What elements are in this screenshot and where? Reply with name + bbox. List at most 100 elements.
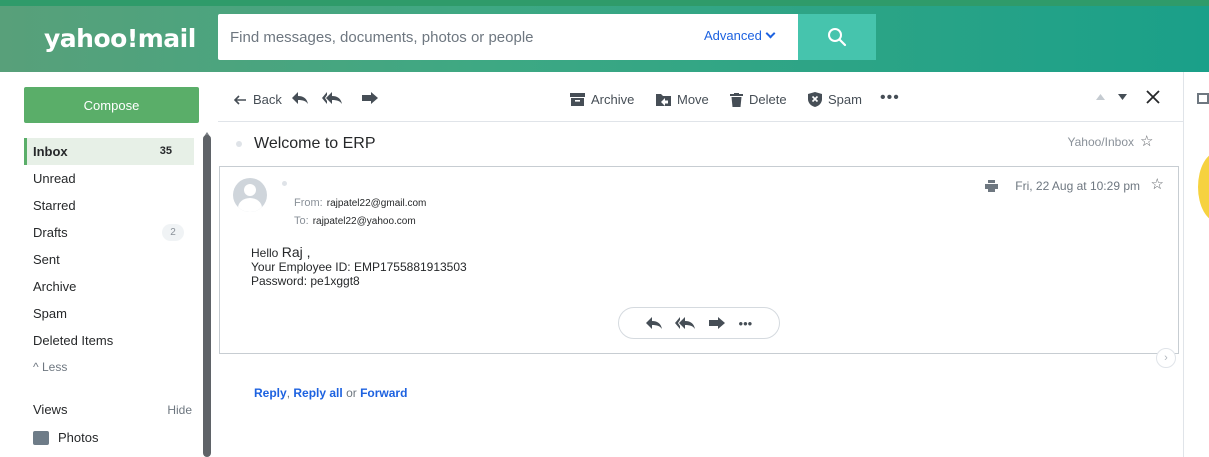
- views-label: Views: [33, 402, 68, 417]
- read-status-dot[interactable]: [236, 141, 242, 147]
- spam-button[interactable]: Spam: [808, 92, 862, 107]
- caret-up-icon: [1096, 94, 1105, 100]
- message-body: Hello Raj , Your Employee ID: EMP1755881…: [251, 245, 467, 288]
- close-message-button[interactable]: [1146, 90, 1166, 104]
- photos-icon: [33, 430, 49, 445]
- caret-down-icon: [1118, 94, 1127, 100]
- message-subject: Welcome to ERP: [254, 135, 376, 152]
- shield-icon: [808, 92, 822, 107]
- previous-message-button[interactable]: [1096, 94, 1111, 100]
- search-button[interactable]: [798, 14, 876, 60]
- sidebar-item-drafts[interactable]: Drafts 2: [24, 219, 194, 246]
- more-dots-icon[interactable]: •••: [739, 316, 753, 331]
- message-date: Fri, 22 Aug at 10:29 pm: [1015, 179, 1140, 193]
- advanced-search-dropdown[interactable]: Advanced: [704, 28, 776, 43]
- printer-icon[interactable]: [985, 180, 998, 192]
- reply-link[interactable]: Reply: [254, 386, 287, 400]
- next-message-button[interactable]: [1118, 94, 1133, 100]
- archive-button[interactable]: Archive: [570, 92, 634, 107]
- message-subject-row: Welcome to ERP Yahoo/Inbox ☆: [218, 122, 1178, 166]
- greeting: Hello: [251, 246, 279, 260]
- sidebar-item-label: Archive: [33, 279, 77, 294]
- sidebar-item-label: Starred: [33, 198, 76, 213]
- sidebar-item-starred[interactable]: Starred: [24, 192, 194, 219]
- sidebar-item-unread[interactable]: Unread: [24, 165, 194, 192]
- chevron-right-icon[interactable]: ›: [1156, 348, 1176, 368]
- archive-icon: [570, 93, 585, 106]
- from-line: From: rajpatel22@gmail.com: [294, 197, 426, 209]
- spam-label: Spam: [828, 92, 862, 107]
- reply-all-link[interactable]: Reply all: [293, 386, 342, 400]
- reply-all-icon: [322, 92, 342, 104]
- greeting-name: Raj ,: [281, 244, 311, 260]
- folder-list: Inbox 35 Unread Starred Drafts 2 Sent Ar…: [24, 138, 194, 381]
- archive-label: Archive: [591, 92, 635, 107]
- yahoo-mail-logo[interactable]: yahoo!mail: [44, 24, 196, 53]
- ad-image[interactable]: [1198, 152, 1209, 222]
- sidebar-item-label: Spam: [33, 306, 67, 321]
- trash-icon: [730, 92, 743, 107]
- sidebar-item-label: Deleted Items: [33, 333, 114, 348]
- forward-link[interactable]: Forward: [360, 386, 407, 400]
- recipient-email[interactable]: rajpatel22@yahoo.com: [313, 216, 416, 227]
- sidebar-scrollbar[interactable]: [203, 135, 211, 457]
- message-card: From: rajpatel22@gmail.com To: rajpatel22@…: [219, 166, 1179, 354]
- move-folder-icon: [656, 94, 671, 106]
- back-arrow-icon: [234, 94, 246, 105]
- more-actions-button[interactable]: •••: [880, 89, 900, 107]
- top-header: yahoo!mail Advanced: [0, 0, 1209, 72]
- sidebar: Compose Inbox 35 Unread Starred Drafts 2…: [0, 72, 205, 457]
- compose-button[interactable]: Compose: [24, 87, 199, 123]
- sidebar-item-deleted-items[interactable]: Deleted Items: [24, 327, 194, 354]
- back-button[interactable]: Back: [234, 92, 282, 107]
- right-side-panel: [1183, 72, 1209, 457]
- more-dots-icon: •••: [880, 89, 900, 106]
- to-label: To:: [294, 215, 309, 227]
- greeting-line: Hello Raj ,: [251, 245, 467, 260]
- reply-all-button[interactable]: [322, 92, 348, 104]
- password-line: Password: pe1xggt8: [251, 274, 360, 288]
- search-input[interactable]: [230, 14, 690, 60]
- contacts-icon[interactable]: [1197, 93, 1209, 104]
- less-toggle[interactable]: ^ Less: [24, 354, 194, 381]
- move-button[interactable]: Move: [656, 92, 709, 107]
- sidebar-item-sent[interactable]: Sent: [24, 246, 194, 273]
- views-hide-toggle[interactable]: Hide: [167, 399, 192, 421]
- header-top-line: [0, 0, 1209, 6]
- inbox-unread-count: 35: [159, 145, 172, 157]
- delete-button[interactable]: Delete: [730, 92, 787, 107]
- chevron-down-icon: [765, 28, 776, 39]
- sidebar-item-label: Sent: [33, 252, 60, 267]
- sidebar-item-photos[interactable]: Photos: [33, 427, 98, 449]
- from-label: From:: [294, 197, 323, 209]
- message-toolbar: Back Archive Move Delete Spam •••: [218, 72, 1183, 122]
- sidebar-item-label: Unread: [33, 171, 76, 186]
- sidebar-item-label: Photos: [58, 430, 99, 445]
- to-line: To: rajpatel22@yahoo.com: [294, 215, 416, 227]
- star-icon[interactable]: ☆: [1140, 132, 1153, 150]
- or-text: or: [346, 386, 357, 400]
- forward-icon: [362, 92, 378, 104]
- message-folder-path: Yahoo/Inbox: [1067, 135, 1135, 149]
- search-bar: Advanced: [218, 14, 876, 60]
- chevron-up-icon: ^: [33, 360, 39, 374]
- yahoo-mail-app: yahoo!mail Advanced Compose Inbox 35 Unr…: [0, 0, 1209, 457]
- reply-icon[interactable]: [645, 317, 662, 329]
- reply-button[interactable]: [292, 92, 314, 104]
- drafts-count-badge: 2: [162, 224, 184, 241]
- reply-all-icon[interactable]: [675, 317, 696, 329]
- forward-button[interactable]: [362, 92, 384, 104]
- delete-label: Delete: [749, 92, 787, 107]
- sidebar-item-label: Drafts: [33, 225, 68, 240]
- views-section-header: Views Hide: [24, 399, 194, 421]
- quick-actions-pill: •••: [618, 307, 780, 339]
- sender-status-dot: [282, 181, 287, 186]
- sender-email[interactable]: rajpatel22@gmail.com: [327, 198, 427, 209]
- forward-icon[interactable]: [708, 317, 725, 329]
- sidebar-item-archive[interactable]: Archive: [24, 273, 194, 300]
- star-icon[interactable]: ☆: [1151, 175, 1164, 193]
- move-label: Move: [677, 92, 709, 107]
- sidebar-item-inbox[interactable]: Inbox 35: [24, 138, 194, 165]
- sidebar-item-spam[interactable]: Spam: [24, 300, 194, 327]
- less-label: Less: [41, 360, 68, 374]
